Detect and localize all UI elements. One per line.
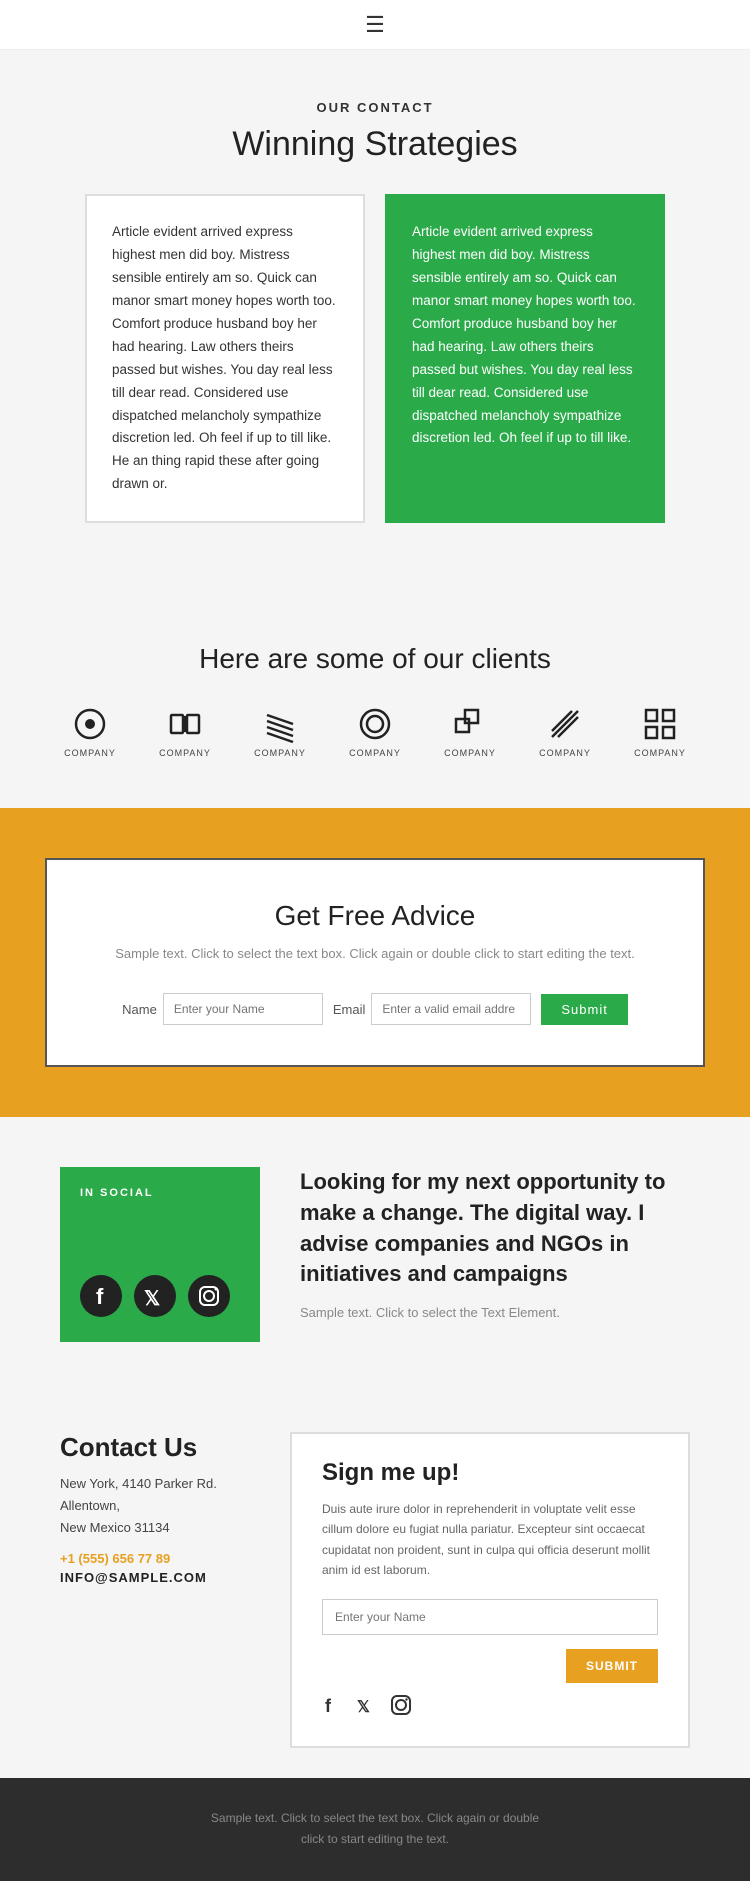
logo-icon (356, 705, 394, 748)
card-green: Article evident arrived express highest … (385, 194, 665, 523)
contact-phone: +1 (555) 656 77 89 (60, 1551, 260, 1566)
submit-button[interactable]: Submit (541, 994, 627, 1025)
social-section: IN SOCIAL f𝕏 Looking for my next opportu… (0, 1117, 750, 1392)
logo-item: COMPANY (48, 705, 133, 758)
section-title: Winning Strategies (60, 125, 690, 164)
contact-us-block: Contact Us New York, 4140 Parker Rd. All… (60, 1432, 260, 1585)
logo-item: COMPANY (238, 705, 323, 758)
logo-icon (166, 705, 204, 748)
footer-bottom: Sample text. Click to select the text bo… (0, 1778, 750, 1881)
signup-submit-button[interactable]: SUBMIT (566, 1649, 658, 1683)
contact-address: New York, 4140 Parker Rd. Allentown,New … (60, 1473, 260, 1539)
social-card: IN SOCIAL f𝕏 (60, 1167, 260, 1342)
logo-icon (546, 705, 584, 748)
instagram-icon[interactable] (188, 1275, 230, 1322)
signup-name-input[interactable] (322, 1599, 658, 1635)
advice-box: Get Free Advice Sample text. Click to se… (45, 858, 705, 1067)
social-sample-text: Sample text. Click to select the Text El… (300, 1305, 690, 1320)
twitter-x-icon[interactable]: 𝕏 (134, 1275, 176, 1322)
svg-text:f: f (325, 1696, 332, 1716)
contact-email: INFO@SAMPLE.COM (60, 1570, 260, 1585)
signup-twitter-icon[interactable]: 𝕏 (356, 1694, 378, 1721)
svg-text:𝕏: 𝕏 (144, 1288, 160, 1310)
name-label: Name (122, 1002, 157, 1017)
advice-section: Get Free Advice Sample text. Click to se… (0, 808, 750, 1117)
social-icons-row: f𝕏 (80, 1275, 240, 1322)
signup-instagram-icon[interactable] (390, 1694, 412, 1721)
signup-desc: Duis aute irure dolor in reprehenderit i… (322, 1499, 658, 1581)
footer-bottom-text: Sample text. Click to select the text bo… (40, 1808, 710, 1851)
logo-icon (641, 705, 679, 748)
cards-row: Article evident arrived express highest … (60, 194, 690, 523)
logo-item: COMPANY (333, 705, 418, 758)
hamburger-icon[interactable]: ☰ (365, 12, 385, 38)
our-contact-section: OUR CONTACT Winning Strategies Article e… (0, 50, 750, 583)
section-label: OUR CONTACT (60, 100, 690, 115)
contact-us-title: Contact Us (60, 1432, 260, 1463)
clients-section: Here are some of our clients COMPANY COM… (0, 583, 750, 808)
logo-label: COMPANY (634, 748, 686, 758)
logo-label: COMPANY (159, 748, 211, 758)
logo-label: COMPANY (64, 748, 116, 758)
logo-item: COMPANY (523, 705, 608, 758)
logo-item: COMPANY (428, 705, 513, 758)
logo-item: COMPANY (143, 705, 228, 758)
email-label: Email (333, 1002, 366, 1017)
card-green-text: Article evident arrived express highest … (412, 224, 636, 445)
social-right: Looking for my next opportunity to make … (300, 1167, 690, 1320)
name-input[interactable] (163, 993, 323, 1025)
facebook-icon[interactable]: f (80, 1275, 122, 1322)
signup-facebook-icon[interactable]: f (322, 1694, 344, 1721)
name-form-group: Name (122, 993, 323, 1025)
signup-title: Sign me up! (322, 1459, 658, 1487)
advice-desc: Sample text. Click to select the text bo… (97, 944, 653, 965)
card-white-text: Article evident arrived express highest … (112, 224, 336, 491)
logo-label: COMPANY (444, 748, 496, 758)
in-social-label: IN SOCIAL (80, 1187, 240, 1199)
svg-text:𝕏: 𝕏 (357, 1699, 370, 1716)
svg-text:f: f (96, 1284, 104, 1309)
email-form-group: Email (333, 993, 532, 1025)
logo-label: COMPANY (539, 748, 591, 758)
logo-label: COMPANY (349, 748, 401, 758)
email-input[interactable] (371, 993, 531, 1025)
logo-icon (451, 705, 489, 748)
footer-top: Contact Us New York, 4140 Parker Rd. All… (0, 1392, 750, 1778)
advice-title: Get Free Advice (97, 900, 653, 932)
signup-social-row: f𝕏 (322, 1694, 658, 1721)
signup-block: Sign me up! Duis aute irure dolor in rep… (290, 1432, 690, 1748)
card-white: Article evident arrived express highest … (85, 194, 365, 523)
logo-icon (71, 705, 109, 748)
clients-title: Here are some of our clients (40, 643, 710, 675)
logo-icon (261, 705, 299, 748)
social-heading: Looking for my next opportunity to make … (300, 1167, 690, 1290)
clients-logos: COMPANY COMPANY COMPANY COMPANY COMPANY … (40, 705, 710, 758)
header: ☰ (0, 0, 750, 50)
logo-item: COMPANY (618, 705, 703, 758)
logo-label: COMPANY (254, 748, 306, 758)
advice-form: Name Email Submit (97, 993, 653, 1025)
